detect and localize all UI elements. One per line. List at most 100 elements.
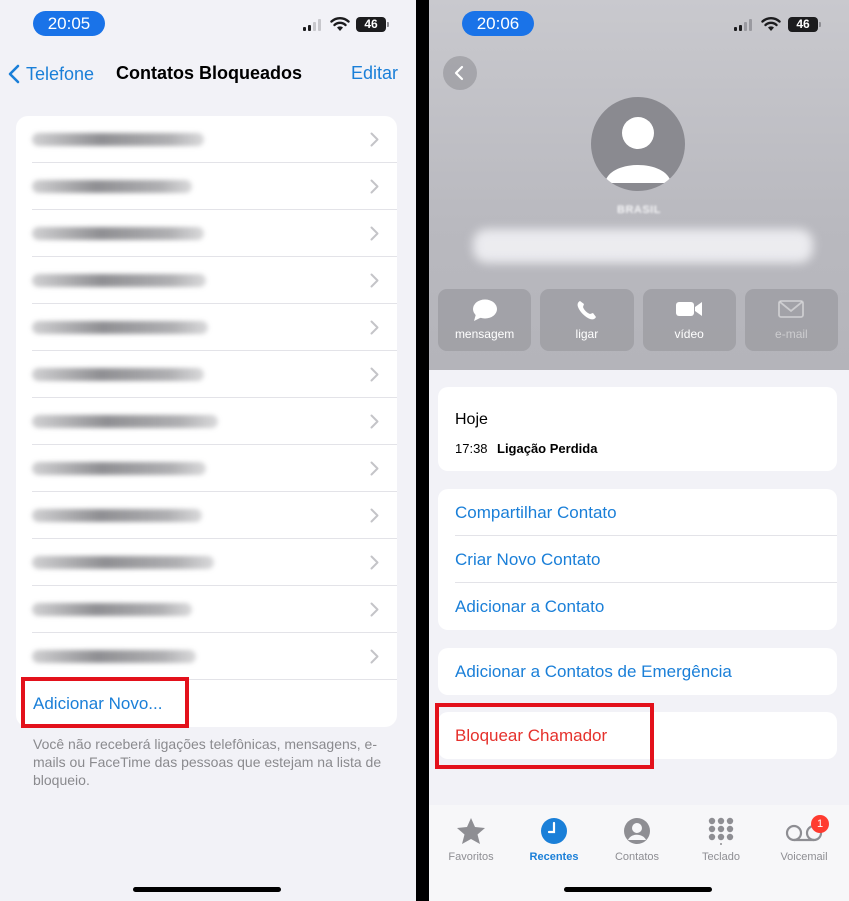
avatar — [591, 97, 685, 191]
tab-voicemail[interactable]: 1 Voicemail — [764, 815, 844, 863]
share-contact-button[interactable]: Compartilhar Contato — [438, 489, 837, 536]
add-to-contact-button[interactable]: Adicionar a Contato — [438, 583, 837, 630]
chevron-right-icon — [370, 461, 379, 476]
tab-label: Voicemail — [780, 851, 828, 863]
tab-recents[interactable]: Recentes — [514, 815, 594, 863]
back-button[interactable]: Telefone — [8, 62, 94, 86]
highlight-box — [21, 677, 189, 728]
blocked-contact-row[interactable] — [16, 351, 397, 398]
recent-day: Hoje — [455, 411, 488, 428]
contact-header: 20:06 46 BRASIL mensagem ligar vídeo e-m… — [429, 0, 849, 370]
blocked-number-redacted — [32, 462, 206, 475]
blocked-contact-row[interactable] — [16, 304, 397, 351]
tab-contacts[interactable]: Contatos — [597, 815, 677, 863]
wifi-icon — [761, 17, 781, 31]
contact-options-card: Compartilhar Contato Criar Novo Contato … — [438, 489, 837, 630]
blocked-number-redacted — [32, 368, 204, 381]
blocked-number-redacted — [32, 227, 204, 240]
chevron-left-icon — [8, 64, 20, 84]
chevron-right-icon — [370, 273, 379, 288]
keypad-icon — [708, 817, 734, 845]
blocked-number-redacted — [32, 603, 192, 616]
create-new-contact-button[interactable]: Criar Novo Contato — [438, 536, 837, 583]
blocked-contact-row[interactable] — [16, 586, 397, 633]
highlight-box — [435, 703, 654, 769]
chevron-right-icon — [370, 414, 379, 429]
tab-favorites[interactable]: Favoritos — [431, 815, 511, 863]
contact-country: BRASIL — [617, 204, 661, 216]
action-label: mensagem — [454, 327, 515, 341]
phone-icon — [577, 301, 596, 320]
mail-icon — [778, 300, 805, 318]
video-icon — [676, 302, 703, 316]
blocked-number-redacted — [32, 650, 196, 663]
battery-icon: 46 — [788, 17, 821, 32]
blocked-number-redacted — [32, 509, 202, 522]
blocked-contact-row[interactable] — [16, 633, 397, 680]
message-button[interactable]: mensagem — [438, 289, 532, 351]
recent-call-type: Ligação Perdida — [497, 441, 598, 456]
contact-actions: mensagem ligar vídeo e-mail — [438, 289, 838, 351]
blocked-contact-row[interactable] — [16, 163, 397, 210]
back-label: Telefone — [26, 63, 95, 84]
blocked-number-redacted — [32, 133, 204, 146]
message-icon — [472, 299, 497, 321]
status-bar: 20:06 46 — [429, 10, 849, 38]
chevron-right-icon — [370, 649, 379, 664]
option-label: Adicionar a Contatos de Emergência — [455, 662, 732, 681]
chevron-right-icon — [370, 555, 379, 570]
wifi-icon — [330, 17, 350, 31]
chevron-right-icon — [370, 320, 379, 335]
tab-label: Recentes — [529, 851, 579, 863]
chevron-right-icon — [370, 602, 379, 617]
option-label: Adicionar a Contato — [455, 597, 605, 616]
blocked-contact-row[interactable] — [16, 539, 397, 586]
blocked-contact-row[interactable] — [16, 492, 397, 539]
chevron-right-icon — [370, 367, 379, 382]
blocked-contact-row[interactable] — [16, 398, 397, 445]
back-button[interactable] — [443, 56, 477, 90]
mail-button[interactable]: e-mail — [744, 289, 838, 351]
option-label: Criar Novo Contato — [455, 550, 601, 569]
blocked-contacts-screen: 20:05 46 Telefone Contatos Bloqueados Ed… — [0, 0, 416, 901]
tab-label: Favoritos — [448, 851, 494, 863]
action-label: ligar — [575, 327, 599, 341]
blocked-number-redacted — [32, 556, 214, 569]
action-label: vídeo — [674, 327, 704, 341]
blocked-number-redacted — [32, 415, 218, 428]
cellular-signal-icon — [303, 19, 323, 31]
emergency-card: Adicionar a Contatos de Emergência — [438, 648, 837, 695]
blocked-contact-row[interactable] — [16, 257, 397, 304]
call-button[interactable]: ligar — [540, 289, 634, 351]
edit-button[interactable]: Editar — [351, 63, 398, 84]
blocked-number-redacted — [32, 274, 206, 287]
blocked-contact-row[interactable] — [16, 116, 397, 163]
blocked-number-redacted — [32, 321, 208, 334]
blocked-footer-note: Você não receberá ligações telefônicas, … — [33, 736, 382, 788]
action-label: e-mail — [775, 327, 808, 341]
page-title: Contatos Bloqueados — [116, 63, 303, 83]
video-button[interactable]: vídeo — [642, 289, 736, 351]
blocked-contact-row[interactable] — [16, 445, 397, 492]
blocked-number-redacted — [32, 180, 192, 193]
chevron-right-icon — [370, 508, 379, 523]
recent-calls-card: Hoje 17:38 Ligação Perdida — [438, 387, 837, 471]
home-indicator — [133, 887, 281, 892]
recent-time: 17:38 — [455, 441, 488, 456]
person-icon — [624, 818, 650, 844]
tab-keypad[interactable]: Teclado — [681, 815, 761, 863]
status-time: 20:06 — [462, 11, 534, 36]
chevron-right-icon — [370, 132, 379, 147]
status-bar: 20:05 46 — [0, 10, 416, 38]
contact-detail-screen: 20:06 46 BRASIL mensagem ligar vídeo e-m… — [429, 0, 849, 901]
tab-label: Contatos — [614, 851, 660, 863]
chevron-left-icon — [454, 65, 464, 81]
cellular-signal-icon — [734, 19, 754, 31]
clock-icon — [541, 818, 567, 844]
star-icon — [457, 818, 485, 844]
chevron-right-icon — [370, 226, 379, 241]
blocked-contact-row[interactable] — [16, 210, 397, 257]
chevron-right-icon — [370, 179, 379, 194]
option-label: Compartilhar Contato — [455, 503, 617, 522]
add-emergency-contact-button[interactable]: Adicionar a Contatos de Emergência — [438, 648, 837, 695]
